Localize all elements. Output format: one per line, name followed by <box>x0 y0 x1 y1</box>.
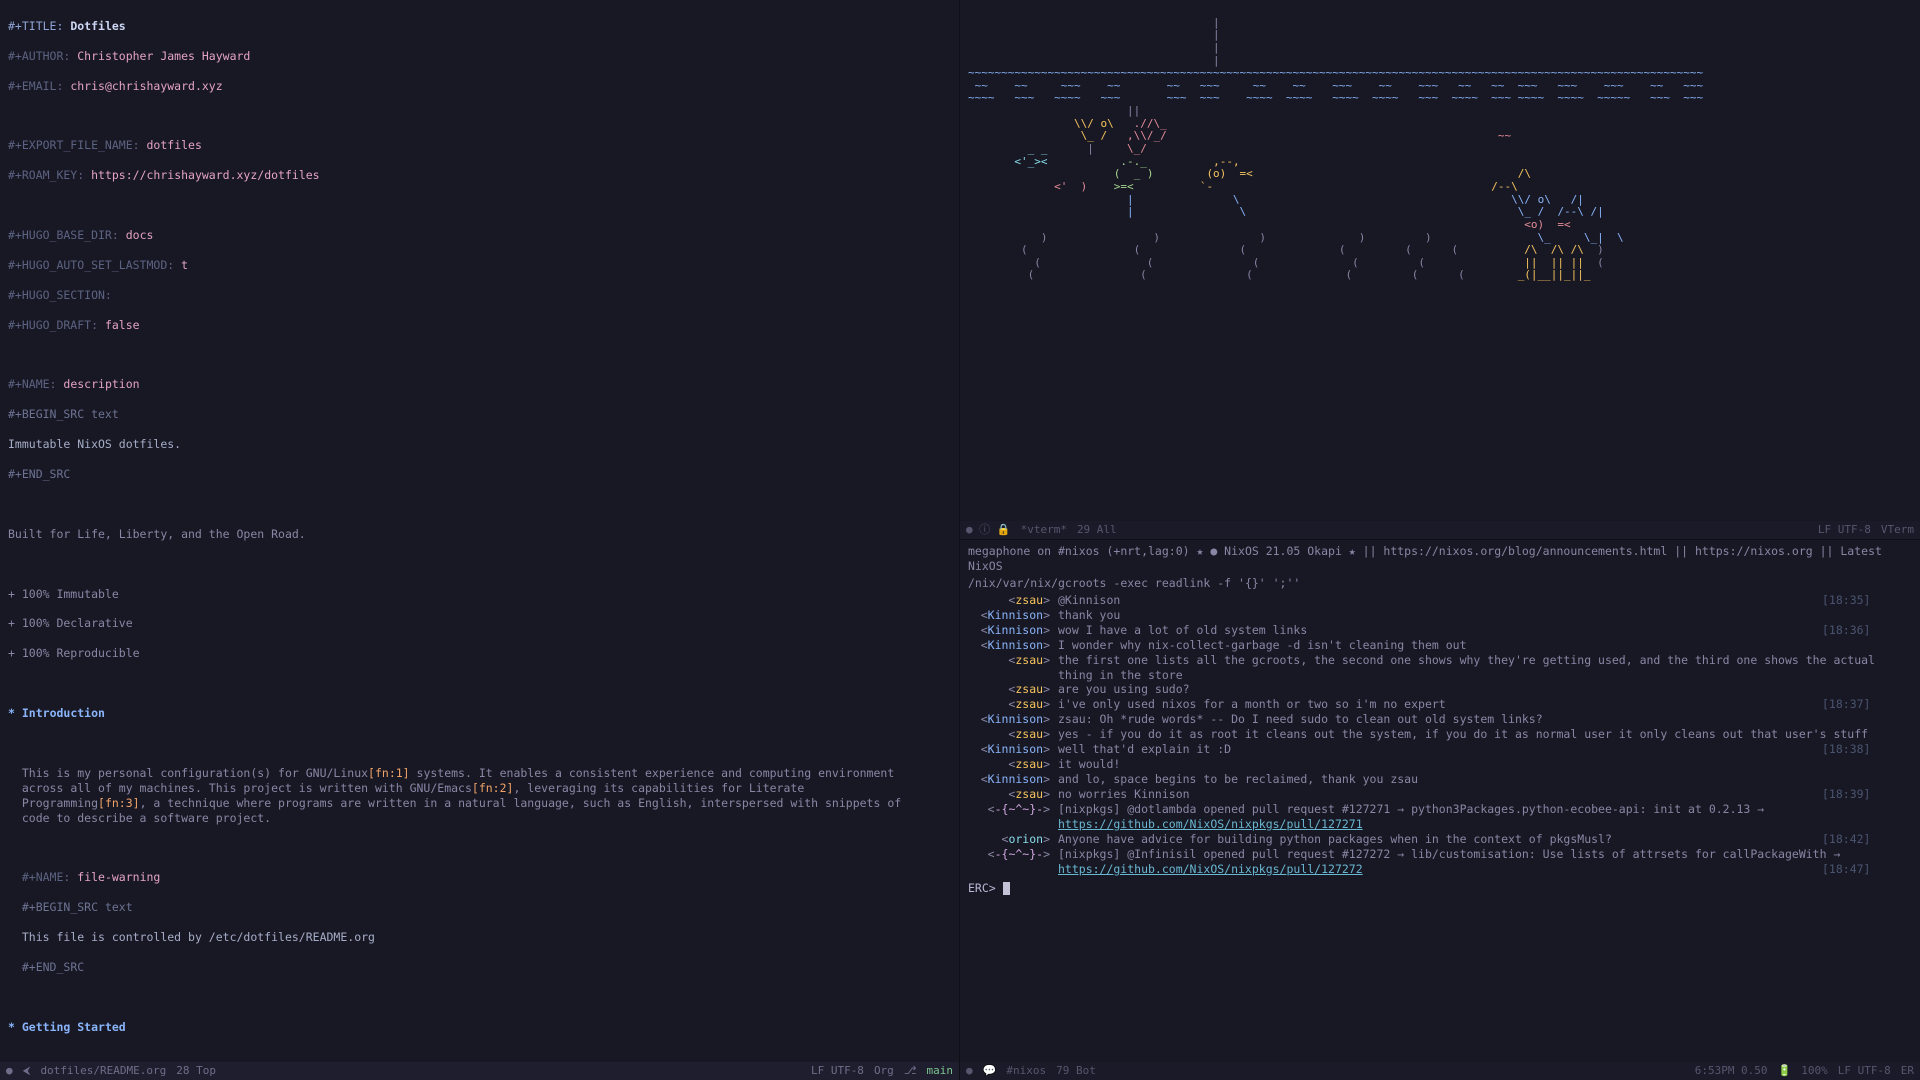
chat-message: <Kinnison>thank you <box>968 608 1912 623</box>
pr-link[interactable]: https://github.com/NixOS/nixpkgs/pull/12… <box>1058 817 1363 831</box>
clock: 6:53PM 0.50 <box>1695 1062 1768 1080</box>
modeline-org[interactable]: ● ⮜ dotfiles/README.org 28 Top LF UTF-8 … <box>0 1062 959 1080</box>
heading-getting-started[interactable]: Getting Started <box>22 1020 126 1034</box>
vterm-buffer[interactable]: | | | | ~~~~~~~~~~~~~~~~~~~~~~~~~~~~~~~~… <box>960 0 1920 521</box>
chat-message: <Kinnison>wow I have a lot of old system… <box>968 623 1912 638</box>
buffer-name[interactable]: dotfiles/README.org <box>40 1062 166 1080</box>
chat-message: <zsau>yes - if you do it as root it clea… <box>968 727 1912 742</box>
chat-message: <-{~^~}->[nixpkgs] @dotlambda opened pul… <box>968 802 1912 832</box>
dot-icon: ● <box>6 1062 13 1080</box>
chat-message: <Kinnison>zsau: Oh *rude words* -- Do I … <box>968 712 1912 727</box>
erc-prompt: ERC> <box>968 881 996 895</box>
chat-message: <orion>Anyone have advice for building p… <box>968 832 1912 847</box>
chat-message: <zsau>are you using sudo? <box>968 682 1912 697</box>
dot-icon: ● <box>966 1062 973 1080</box>
buffer-position: 28 Top <box>176 1062 216 1080</box>
chat-icon: 💬 <box>983 1062 997 1080</box>
irc-buffer[interactable]: megaphone on #nixos (+nrt,lag:0) ★ ● Nix… <box>960 540 1920 1062</box>
chat-message: <Kinnison>and lo, space begins to be rec… <box>968 772 1912 787</box>
kw-title: #+TITLE: <box>8 19 63 33</box>
heading-introduction[interactable]: Introduction <box>22 706 105 720</box>
buffer-name[interactable]: #nixos <box>1006 1062 1046 1080</box>
modeline-icons: ● ⓘ 🔒 <box>966 521 1011 539</box>
vterm-pane[interactable]: | | | | ~~~~~~~~~~~~~~~~~~~~~~~~~~~~~~~~… <box>960 0 1920 540</box>
back-icon[interactable]: ⮜ <box>23 1062 31 1080</box>
chat-message: <zsau>the first one lists all the gcroot… <box>968 653 1912 683</box>
pr-link[interactable]: https://github.com/NixOS/nixpkgs/pull/12… <box>1058 862 1363 876</box>
irc-pane[interactable]: megaphone on #nixos (+nrt,lag:0) ★ ● Nix… <box>960 540 1920 1080</box>
chat-message: <Kinnison>well that'd explain it :D[18:3… <box>968 742 1912 757</box>
chat-message: <zsau>it would! <box>968 757 1912 772</box>
modeline-vterm[interactable]: ● ⓘ 🔒 *vterm* 29 All LF UTF-8 VTerm <box>960 521 1920 539</box>
chat-message: <-{~^~}->[nixpkgs] @Infinisil opened pul… <box>968 847 1912 877</box>
footnote-2[interactable]: [fn:2] <box>472 781 514 795</box>
org-buffer[interactable]: #+TITLE: Dotfiles #+AUTHOR: Christopher … <box>0 0 959 1062</box>
git-branch: main <box>927 1062 954 1080</box>
footnote-3[interactable]: [fn:3] <box>98 796 140 810</box>
doc-title: Dotfiles <box>70 19 125 33</box>
chat-message: <Kinnison>I wonder why nix-collect-garba… <box>968 638 1912 653</box>
footnote-1[interactable]: [fn:1] <box>368 766 410 780</box>
cursor-icon[interactable] <box>1003 882 1010 895</box>
chat-message: <zsau>@Kinnison[18:35] <box>968 593 1912 608</box>
org-editor-pane[interactable]: #+TITLE: Dotfiles #+AUTHOR: Christopher … <box>0 0 960 1080</box>
tagline: Built for Life, Liberty, and the Open Ro… <box>8 527 951 542</box>
irc-topic: megaphone on #nixos (+nrt,lag:0) ★ ● Nix… <box>968 544 1912 574</box>
modeline-irc[interactable]: ● 💬 #nixos 79 Bot 6:53PM 0.50 🔋100% LF U… <box>960 1062 1920 1080</box>
battery-icon: 🔋 <box>1778 1062 1792 1080</box>
chat-message: <zsau>no worries Kinnison[18:39] <box>968 787 1912 802</box>
chat-message: <zsau>i've only used nixos for a month o… <box>968 697 1912 712</box>
branch-icon: ⎇ <box>904 1062 917 1080</box>
buffer-name[interactable]: *vterm* <box>1021 521 1067 539</box>
